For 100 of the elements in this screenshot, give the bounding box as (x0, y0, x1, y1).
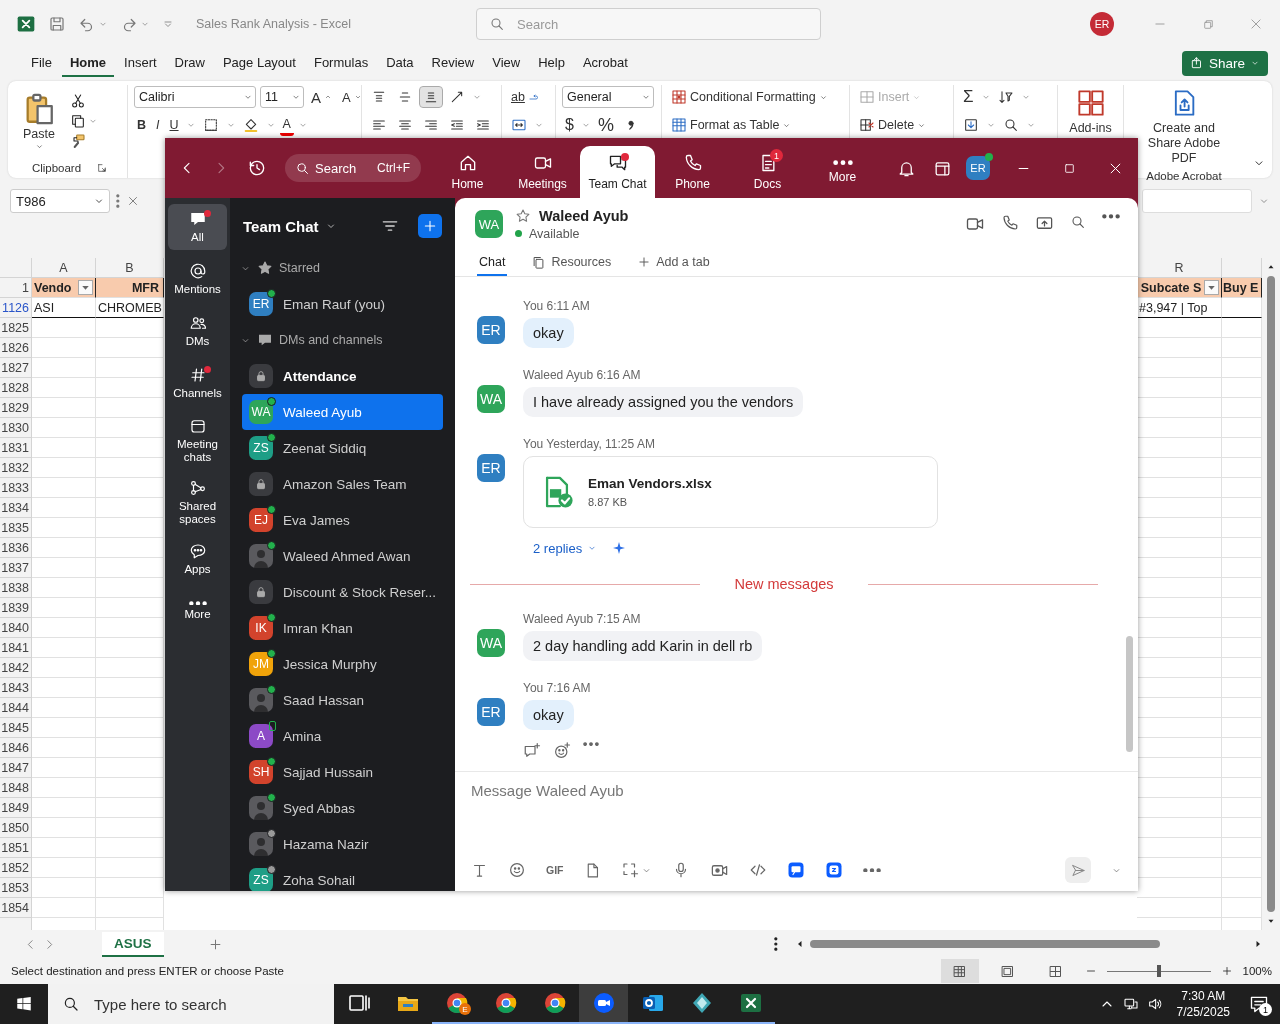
row-number: 1849 (0, 798, 32, 818)
row-number: 1853 (0, 878, 32, 898)
chat-tab[interactable]: Chat (477, 250, 508, 276)
avatar: ZS (249, 436, 273, 460)
section-label[interactable]: Starred (279, 261, 320, 275)
chat-list-item[interactable]: Attendance (242, 358, 443, 394)
format-as-table-button[interactable]: Format as Table (668, 115, 795, 135)
nav-tab[interactable]: Team Chat (580, 146, 655, 198)
file-card[interactable]: Eman Vendors.xlsx 8.87 KB (523, 456, 938, 528)
column-heading: Vendo (34, 280, 72, 295)
section-label[interactable]: DMs and channels (279, 333, 383, 347)
chat-list-item[interactable]: Waleed Ahmed Awan (242, 538, 443, 574)
rail-item[interactable]: All (168, 204, 227, 250)
row-number: 1827 (0, 358, 32, 378)
chat-list-item[interactable]: ZS Zoha Sohail (242, 862, 443, 891)
chat-list-item[interactable]: ZS Zeenat Siddiq (242, 430, 443, 466)
search-field[interactable]: Search (476, 8, 821, 40)
rail-item[interactable]: Shared spaces (168, 474, 227, 530)
chat-list-item[interactable]: Hazama Nazir (242, 826, 443, 862)
contact-name: Waleed Ayub (539, 207, 629, 224)
column-heading: MFR (131, 280, 159, 295)
share-button[interactable]: Share (1181, 50, 1268, 76)
chat-tab[interactable]: Add a tab (635, 250, 712, 276)
clock-time[interactable]: 7:30 AM (1181, 988, 1226, 1004)
chat-list-item[interactable]: A Amina (242, 718, 443, 754)
wrap-text-button[interactable]: ab (508, 88, 543, 106)
message-bubble: I have already assigned you the vendors (523, 387, 804, 417)
replies-link[interactable]: 2 replies (533, 540, 598, 556)
row-number: 1126 (0, 298, 32, 318)
increase-font-button[interactable]: A (308, 86, 335, 108)
message-meta: You 6:11 AM (523, 299, 590, 314)
message-meta: You Yesterday, 11:25 AM (523, 437, 655, 452)
ribbon-tab[interactable]: File (23, 49, 60, 77)
conditional-formatting-button[interactable]: Conditional Formatting (668, 87, 831, 107)
underline-button[interactable]: U (166, 116, 182, 134)
nav-tab[interactable]: More (805, 146, 880, 198)
chat-list-item[interactable]: ER Eman Rauf (you) (242, 286, 443, 322)
ribbon-tab[interactable]: Page Layout (214, 49, 304, 77)
font-name-field[interactable]: Calibri (134, 86, 256, 108)
decrease-font-button[interactable]: A (339, 87, 365, 107)
rail-item[interactable]: More (168, 588, 227, 634)
clock-date[interactable]: 7/25/2025 (1176, 1004, 1230, 1020)
sheet-tab[interactable]: ASUS (102, 931, 164, 957)
paste-button[interactable]: Paste (18, 89, 60, 153)
table-cell: CHROMEB (96, 298, 164, 318)
message-meta: Waleed Ayub 6:16 AM (523, 368, 641, 383)
font-color-button[interactable]: A (279, 114, 294, 136)
rail-item[interactable]: Channels (168, 360, 227, 406)
message-bubble: 2 day handling add Karin in dell rb (523, 631, 763, 661)
account-avatar[interactable]: ER (966, 156, 990, 180)
chat-tab[interactable]: Resources (529, 250, 614, 276)
avatar: ER (477, 316, 505, 344)
ribbon-tab[interactable]: Draw (166, 49, 213, 77)
percent-button[interactable]: % (594, 112, 617, 138)
chat-list-item[interactable]: JM Jessica Murphy (242, 646, 443, 682)
chat-list-item[interactable]: SH Sajjad Hussain (242, 754, 443, 790)
ribbon-tab[interactable]: View (484, 49, 529, 77)
chat-list-item[interactable]: Discount & Stock Reser... (242, 574, 443, 610)
font-size-field[interactable]: 11 (260, 86, 304, 108)
create-pdf-button[interactable]: Create and Share Adobe PDF (1138, 85, 1230, 170)
ribbon-tab[interactable]: Acrobat (574, 49, 636, 77)
count-badge: 1 (770, 149, 783, 162)
ribbon-tab[interactable]: Formulas (305, 49, 377, 77)
rail-item[interactable]: Apps (168, 536, 227, 582)
gif-button[interactable]: GIF (546, 864, 564, 876)
ribbon-tab[interactable]: Review (423, 49, 483, 77)
italic-button[interactable]: I (153, 116, 163, 134)
add-ins-button[interactable]: Add-ins (1064, 85, 1117, 140)
nav-tab[interactable]: Docs 1 (730, 146, 805, 198)
nav-tab[interactable]: Meetings (505, 146, 580, 198)
row-number: 1846 (0, 738, 32, 758)
ribbon-tab[interactable]: Home (61, 49, 115, 77)
rail-item[interactable]: Mentions (168, 256, 227, 302)
column-letter: B (96, 258, 164, 278)
name-box[interactable]: T986 (10, 189, 110, 213)
avatar: SH (249, 760, 273, 784)
rail-item[interactable]: Meeting chats (168, 412, 227, 468)
rail-item[interactable]: DMs (168, 308, 227, 354)
ribbon-tab[interactable]: Data (378, 49, 422, 77)
number-format-field[interactable]: General (562, 86, 654, 108)
autosum-button[interactable]: Σ (960, 85, 977, 109)
chat-list-item[interactable]: EJ Eva James (242, 502, 443, 538)
delete-cells-button[interactable]: Delete (856, 115, 930, 135)
ribbon-tab[interactable]: Help (530, 49, 573, 77)
account-avatar[interactable]: ER (1090, 12, 1114, 36)
chat-list-item[interactable]: WA Waleed Ayub (242, 394, 443, 430)
bold-button[interactable]: B (134, 116, 150, 134)
nav-tab[interactable]: Phone (655, 146, 730, 198)
chat-list-item[interactable]: IK Imran Khan (242, 610, 443, 646)
avatar: ER (477, 698, 505, 726)
panel-title[interactable]: Team Chat (243, 217, 319, 235)
nav-tab[interactable]: Home (430, 146, 505, 198)
chat-list-item[interactable]: Syed Abbas (242, 790, 443, 826)
search-field[interactable]: Type here to search (48, 984, 334, 1024)
chat-list-item[interactable]: Saad Hassan (242, 682, 443, 718)
ribbon-tab[interactable]: Insert (116, 49, 165, 77)
row-number: 1826 (0, 338, 32, 358)
chat-list-item[interactable]: Amazon Sales Team (242, 466, 443, 502)
currency-button[interactable]: $ (562, 114, 577, 136)
zoom-level: 100% (1242, 965, 1272, 977)
